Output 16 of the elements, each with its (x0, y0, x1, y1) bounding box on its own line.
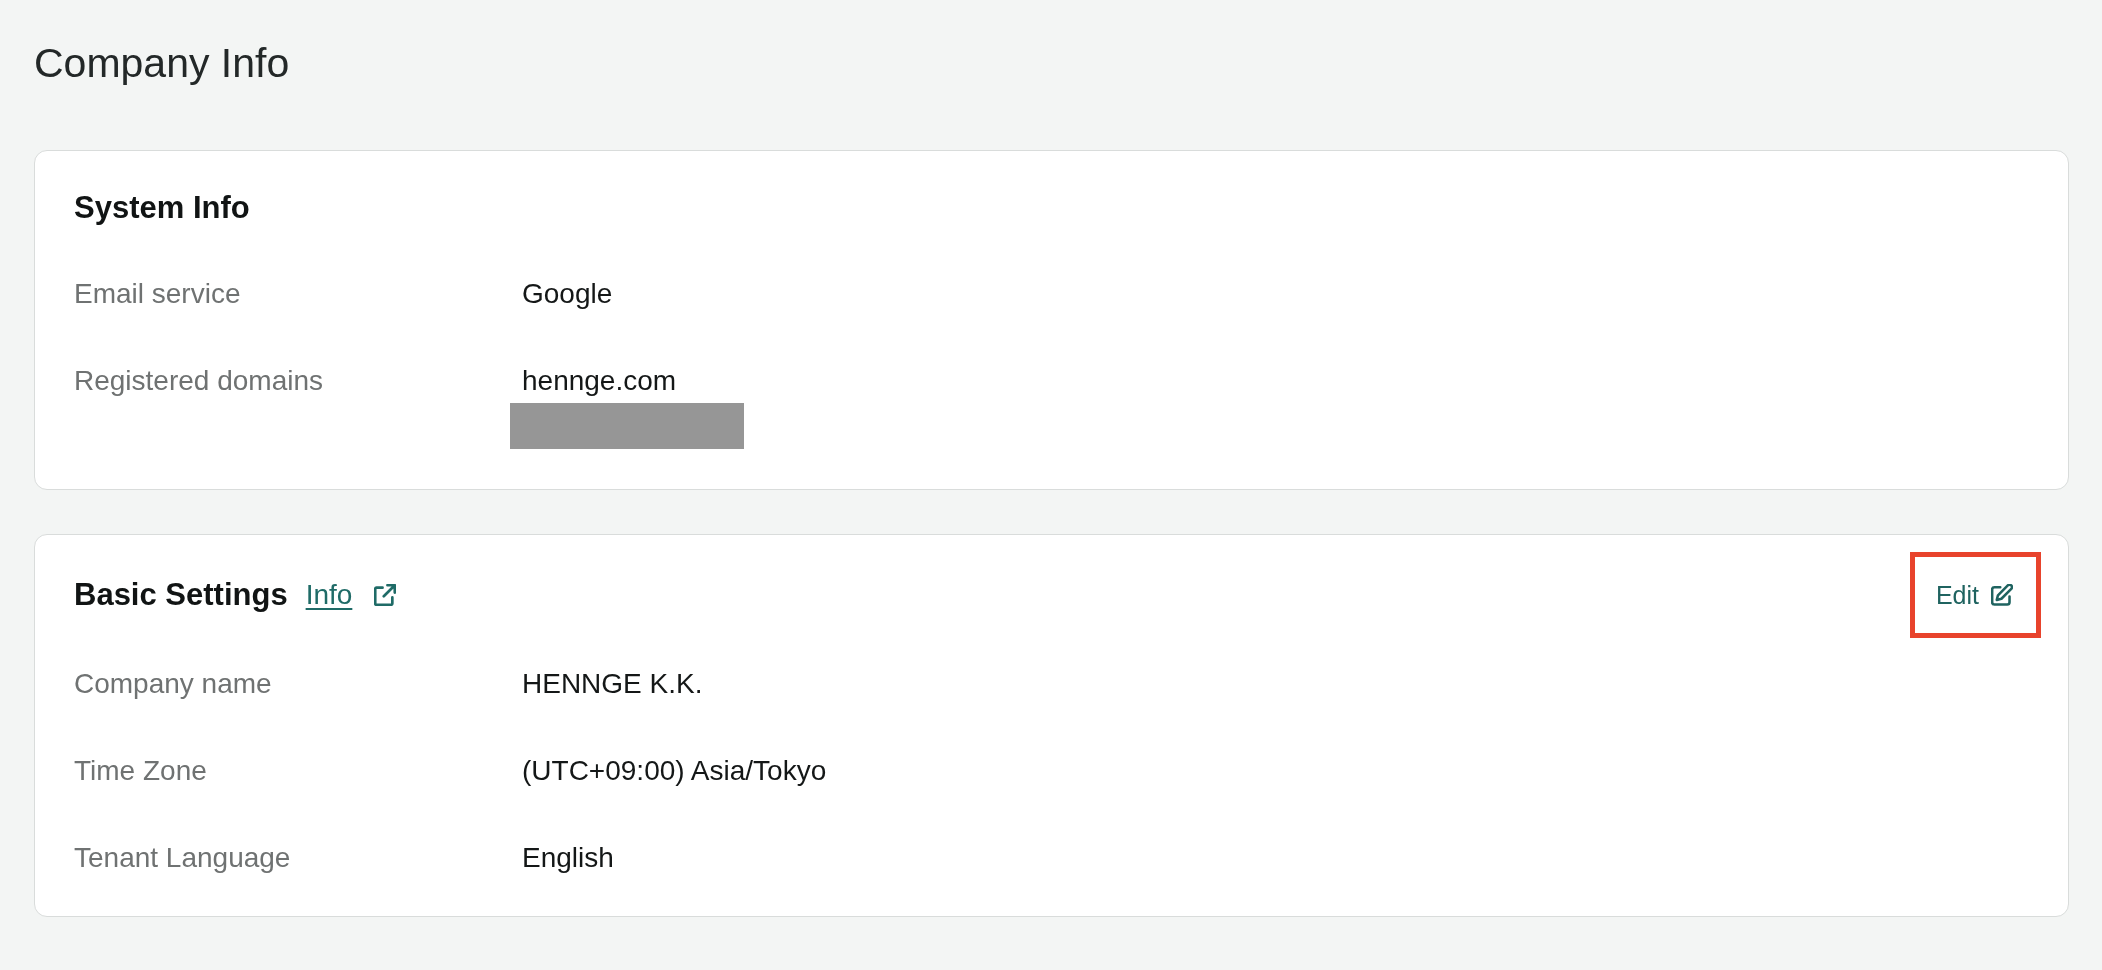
field-label: Tenant Language (74, 841, 291, 875)
field-value: Google (522, 277, 613, 311)
field-label: Company name (74, 667, 272, 701)
edit-icon (1991, 584, 2013, 606)
edit-button[interactable]: Edit (1909, 552, 2041, 638)
field-label: Time Zone (74, 754, 207, 788)
field-value: hennge.com (522, 364, 677, 398)
field-label: Email service (74, 277, 241, 311)
field-value: (UTC+09:00) Asia/Tokyo (522, 754, 827, 788)
field-label: Registered domains (74, 364, 324, 398)
card-title: Basic Settings (74, 576, 288, 614)
info-link[interactable]: Info (305, 577, 397, 613)
page-title: Company Info (34, 39, 290, 88)
field-value: HENNGE K.K. (522, 667, 703, 701)
card-title: System Info (74, 189, 250, 227)
field-value: English (522, 841, 614, 875)
